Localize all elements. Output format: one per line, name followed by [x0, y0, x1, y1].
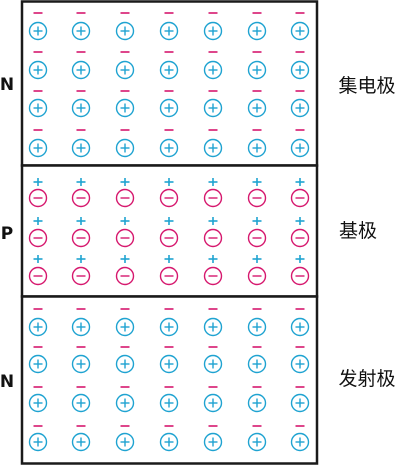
transistor-npn-diagram: N P N 集电极 基极 发射极	[0, 0, 396, 465]
collector-region-box	[20, 0, 319, 167]
emitter-region-label: 发射极	[338, 368, 395, 390]
base-type-label: P	[1, 224, 13, 244]
emitter-type-label: N	[0, 372, 14, 392]
base-region-label: 基极	[339, 220, 377, 242]
collector-type-label: N	[0, 75, 14, 95]
collector-region-label: 集电极	[338, 75, 395, 97]
